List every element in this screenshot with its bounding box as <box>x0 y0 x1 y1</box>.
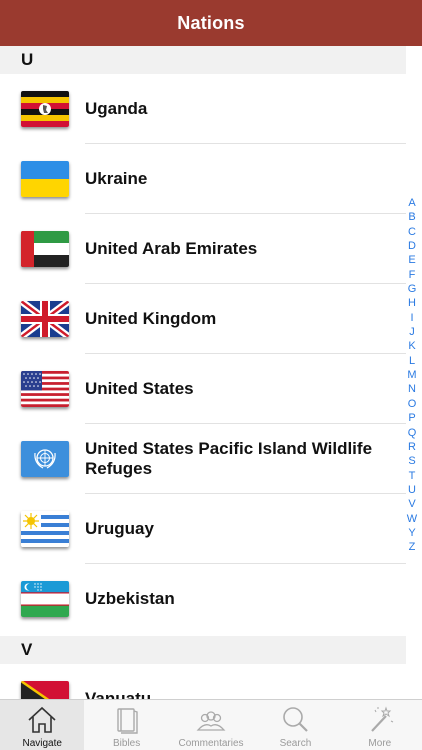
uruguay-flag-icon <box>21 511 69 547</box>
list-item-ukraine[interactable]: Ukraine <box>0 144 406 214</box>
list-item-united-arab-emirates[interactable]: United Arab Emirates <box>0 214 406 284</box>
nation-name: Uzbekistan <box>85 589 175 608</box>
alphabet-index[interactable]: ABCDEFGHIJKLMNOPQRSTUVWYZ <box>406 196 418 555</box>
index-letter-e[interactable]: E <box>408 253 415 267</box>
index-letter-j[interactable]: J <box>409 325 415 339</box>
index-letter-p[interactable]: P <box>408 411 415 425</box>
index-letter-v[interactable]: V <box>408 497 415 511</box>
list-item-united-kingdom[interactable]: United Kingdom <box>0 284 406 354</box>
list-item-uganda[interactable]: Uganda <box>0 74 406 144</box>
un-flag-icon <box>21 441 69 477</box>
nation-name: Ukraine <box>85 169 148 188</box>
index-letter-f[interactable]: F <box>409 268 416 282</box>
index-letter-m[interactable]: M <box>407 368 416 382</box>
index-letter-o[interactable]: O <box>408 397 417 411</box>
tab-bibles[interactable]: Bibles <box>84 700 168 750</box>
index-letter-c[interactable]: C <box>408 225 416 239</box>
navigation-bar: Nations <box>0 0 422 46</box>
index-letter-l[interactable]: L <box>409 354 415 368</box>
index-letter-n[interactable]: N <box>408 382 416 396</box>
page-title: Nations <box>177 12 245 33</box>
index-letter-h[interactable]: H <box>408 296 416 310</box>
index-letter-t[interactable]: T <box>409 469 416 483</box>
tab-label: Search <box>279 738 312 749</box>
uganda-flag-icon <box>21 91 69 127</box>
index-letter-u[interactable]: U <box>408 483 416 497</box>
home-icon <box>28 706 56 733</box>
uae-flag-icon <box>21 231 69 267</box>
tab-label: Commentaries <box>178 738 244 749</box>
uzbekistan-flag-icon <box>21 581 69 617</box>
list-item-us-pacific-island-wildlife-refuges[interactable]: United States Pacific Island Wildlife Re… <box>0 424 406 494</box>
index-letter-b[interactable]: B <box>408 210 415 224</box>
ukraine-flag-icon <box>21 161 69 197</box>
tab-commentaries[interactable]: Commentaries <box>169 700 253 750</box>
list-item-uzbekistan[interactable]: Uzbekistan <box>0 564 406 634</box>
nation-name: Uruguay <box>85 519 154 538</box>
list-item-vanuatu[interactable]: Vanuatu <box>0 664 406 699</box>
section-header-u: U <box>0 46 406 74</box>
magic-wand-icon <box>371 706 394 732</box>
nations-list[interactable]: U Uganda Ukraine United Arab Emirates Un… <box>0 46 422 699</box>
books-icon <box>116 708 138 734</box>
tab-navigate[interactable]: Navigate <box>0 700 85 750</box>
vanuatu-flag-icon <box>21 681 69 699</box>
index-letter-y[interactable]: Y <box>408 526 415 540</box>
nation-name: United Kingdom <box>85 309 217 328</box>
us-flag-icon <box>21 371 69 407</box>
people-icon <box>196 711 226 731</box>
index-letter-z[interactable]: Z <box>409 540 416 554</box>
list-item-uruguay[interactable]: Uruguay <box>0 494 406 564</box>
nation-name: United Arab Emirates <box>85 239 258 258</box>
index-letter-w[interactable]: W <box>407 512 417 526</box>
index-letter-s[interactable]: S <box>408 454 415 468</box>
magnifier-icon <box>283 707 309 732</box>
uk-flag-icon <box>21 301 69 337</box>
section-header-v: V <box>0 636 406 664</box>
index-letter-d[interactable]: D <box>408 239 416 253</box>
tab-label: More <box>368 738 392 749</box>
tab-label: Bibles <box>112 738 141 749</box>
list-item-united-states[interactable]: United States <box>0 354 406 424</box>
nation-name: United States <box>85 379 194 398</box>
tab-label: Navigate <box>22 738 62 749</box>
index-letter-g[interactable]: G <box>408 282 417 296</box>
nation-name: Vanuatu <box>85 689 152 699</box>
index-letter-r[interactable]: R <box>408 440 416 454</box>
index-letter-k[interactable]: K <box>408 339 415 353</box>
index-letter-i[interactable]: I <box>410 311 413 325</box>
tab-bar: Navigate Bibles Commentaries Search More <box>0 699 422 750</box>
index-letter-a[interactable]: A <box>408 196 415 210</box>
tab-more[interactable]: More <box>338 700 422 750</box>
nation-name: Uganda <box>85 99 148 118</box>
nation-name: United States Pacific Island Wildlife Re… <box>85 439 373 478</box>
tab-search[interactable]: Search <box>253 700 337 750</box>
index-letter-q[interactable]: Q <box>408 426 417 440</box>
